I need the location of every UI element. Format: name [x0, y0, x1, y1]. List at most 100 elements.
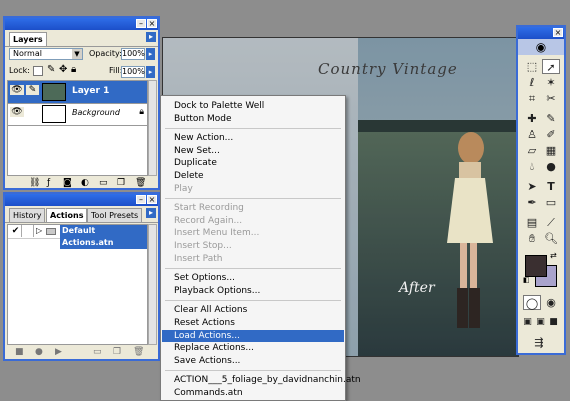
- jump-to-imageready-icon[interactable]: ⇶: [530, 335, 548, 350]
- menu-item[interactable]: Save Actions...: [174, 355, 240, 367]
- lasso-tool-icon[interactable]: ℓ: [523, 75, 541, 90]
- standard-mode-icon[interactable]: ◯: [523, 295, 541, 310]
- eyedropper-tool-icon[interactable]: ⟋: [542, 215, 560, 230]
- hand-tool-icon[interactable]: ✋︎: [523, 231, 541, 246]
- foreground-color-swatch[interactable]: [525, 255, 547, 277]
- menu-item[interactable]: Clear All Actions: [174, 304, 247, 316]
- tab-actions[interactable]: Actions: [46, 208, 88, 222]
- menu-item[interactable]: Replace Actions...: [174, 342, 254, 354]
- menu-item[interactable]: New Set...: [174, 145, 220, 157]
- clone-stamp-tool-icon[interactable]: ♙: [523, 127, 541, 142]
- actions-panel-titlebar[interactable]: – ×: [5, 194, 158, 206]
- slice-tool-icon[interactable]: ✂: [542, 91, 560, 106]
- lock-icon: 🔒︎: [139, 107, 144, 117]
- close-button[interactable]: ×: [147, 195, 157, 204]
- new-layer-icon[interactable]: ❐: [117, 178, 125, 188]
- shape-tool-icon[interactable]: ▭: [542, 195, 560, 210]
- layer-row-layer-1[interactable]: 👁︎ ✎ Layer 1: [8, 81, 147, 104]
- toolbox-titlebar[interactable]: ×: [518, 27, 564, 39]
- pen-tool-icon[interactable]: ✒: [523, 195, 541, 210]
- opacity-arrow-icon[interactable]: ▸: [146, 48, 155, 60]
- eraser-tool-icon[interactable]: ▱: [523, 143, 541, 158]
- toolbox-logo-icon[interactable]: ◉: [518, 39, 564, 55]
- brush-tool-icon[interactable]: ✎: [542, 111, 560, 126]
- menu-item[interactable]: Load Actions...: [162, 329, 344, 342]
- record-icon[interactable]: ●: [35, 347, 43, 357]
- panel-menu-arrow-icon[interactable]: ▸: [146, 32, 156, 42]
- menu-item[interactable]: Commands.atn: [174, 387, 243, 399]
- magic-wand-tool-icon[interactable]: ✶: [542, 75, 560, 90]
- notes-tool-icon[interactable]: ▤: [523, 215, 541, 230]
- menu-item[interactable]: Dock to Palette Well: [174, 100, 264, 112]
- minimize-button[interactable]: –: [136, 19, 146, 28]
- swap-colors-icon[interactable]: ⇄: [550, 251, 557, 260]
- gradient-tool-icon[interactable]: ▦: [542, 143, 560, 158]
- minimize-button[interactable]: –: [136, 195, 146, 204]
- trash-icon[interactable]: 🗑︎: [133, 347, 144, 357]
- action-set-row[interactable]: ✔ ▷ Default Actions.atn: [8, 225, 147, 249]
- screen-mode-full-menu-icon[interactable]: ▣: [534, 315, 547, 330]
- new-set-icon[interactable]: ▭: [93, 347, 102, 357]
- dodge-tool-icon[interactable]: ●: [542, 159, 560, 174]
- opacity-label: Opacity:: [89, 49, 122, 58]
- brush-icon[interactable]: ✎: [26, 85, 39, 95]
- panel-menu-arrow-icon[interactable]: ▸: [146, 208, 156, 218]
- eye-icon[interactable]: 👁︎: [10, 85, 24, 95]
- menu-item[interactable]: Set Options...: [174, 272, 235, 284]
- actions-list-scrollbar[interactable]: [148, 224, 157, 345]
- screen-mode-full-icon[interactable]: ■: [547, 315, 560, 330]
- layer-mask-icon[interactable]: ◙: [63, 178, 72, 188]
- blur-tool-icon[interactable]: 💧︎: [523, 159, 541, 174]
- history-brush-tool-icon[interactable]: ✐: [542, 127, 560, 142]
- move-tool-icon[interactable]: ➚: [542, 59, 560, 74]
- eye-icon[interactable]: 👁︎: [10, 107, 24, 117]
- new-action-icon[interactable]: ❐: [113, 347, 121, 357]
- fill-field[interactable]: 100%: [121, 66, 145, 78]
- menu-item[interactable]: Reset Actions: [174, 317, 235, 329]
- checkmark-icon[interactable]: ✔: [10, 225, 22, 237]
- marquee-tool-icon[interactable]: ⬚: [523, 59, 541, 74]
- opacity-field[interactable]: 100%: [121, 48, 145, 60]
- lock-transparency-icon[interactable]: [33, 66, 43, 76]
- menu-item[interactable]: Playback Options...: [174, 285, 260, 297]
- expand-triangle-icon[interactable]: ▷: [36, 225, 42, 237]
- blend-mode-select[interactable]: Normal ▼: [9, 48, 83, 60]
- adjustment-layer-icon[interactable]: ◐: [81, 178, 89, 188]
- default-colors-icon[interactable]: ◧: [523, 276, 530, 284]
- layer-list: 👁︎ ✎ Layer 1 👁︎ Background 🔒︎: [7, 80, 148, 176]
- layer-name[interactable]: Background: [72, 108, 120, 117]
- close-button[interactable]: ×: [553, 28, 563, 37]
- layer-style-icon[interactable]: ƒ: [47, 178, 50, 188]
- action-set-name[interactable]: Default Actions.atn: [60, 225, 147, 249]
- new-group-icon[interactable]: ▭: [99, 178, 108, 188]
- layer-list-scrollbar[interactable]: [148, 80, 157, 176]
- layer-name[interactable]: Layer 1: [72, 86, 109, 96]
- lock-move-icon[interactable]: ✥: [59, 64, 67, 75]
- tab-history[interactable]: History: [9, 208, 46, 222]
- menu-item[interactable]: Button Mode: [174, 113, 232, 125]
- menu-item[interactable]: New Action...: [174, 132, 233, 144]
- dialog-toggle-icon[interactable]: [22, 225, 34, 237]
- zoom-tool-icon[interactable]: 🔍︎: [542, 231, 560, 246]
- fill-arrow-icon[interactable]: ▸: [146, 66, 155, 78]
- healing-brush-tool-icon[interactable]: ✚: [523, 111, 541, 126]
- type-tool-icon[interactable]: T: [542, 179, 560, 194]
- layer-row-background[interactable]: 👁︎ Background 🔒︎: [8, 103, 147, 126]
- screen-mode-standard-icon[interactable]: ▣: [521, 315, 534, 330]
- link-layers-icon[interactable]: ⛓: [29, 178, 40, 188]
- lock-all-icon[interactable]: 🔒︎: [71, 64, 76, 75]
- tab-tool-presets[interactable]: Tool Presets: [87, 208, 143, 222]
- crop-tool-icon[interactable]: ⌗: [523, 91, 541, 106]
- menu-item[interactable]: ACTION___5_foliage_by_davidnanchin.atn: [174, 374, 361, 386]
- stop-icon[interactable]: ■: [15, 347, 24, 357]
- quick-mask-mode-icon[interactable]: ◉: [542, 295, 560, 310]
- tab-layers[interactable]: Layers: [9, 32, 47, 46]
- menu-item[interactable]: Duplicate: [174, 157, 217, 169]
- lock-paint-icon[interactable]: ✎: [47, 64, 55, 75]
- play-icon[interactable]: ▶: [55, 347, 62, 357]
- close-button[interactable]: ×: [147, 19, 157, 28]
- trash-icon[interactable]: 🗑︎: [135, 178, 146, 188]
- layers-panel-titlebar[interactable]: – ×: [5, 18, 158, 30]
- path-selection-tool-icon[interactable]: ➤: [523, 179, 541, 194]
- menu-item[interactable]: Delete: [174, 170, 204, 182]
